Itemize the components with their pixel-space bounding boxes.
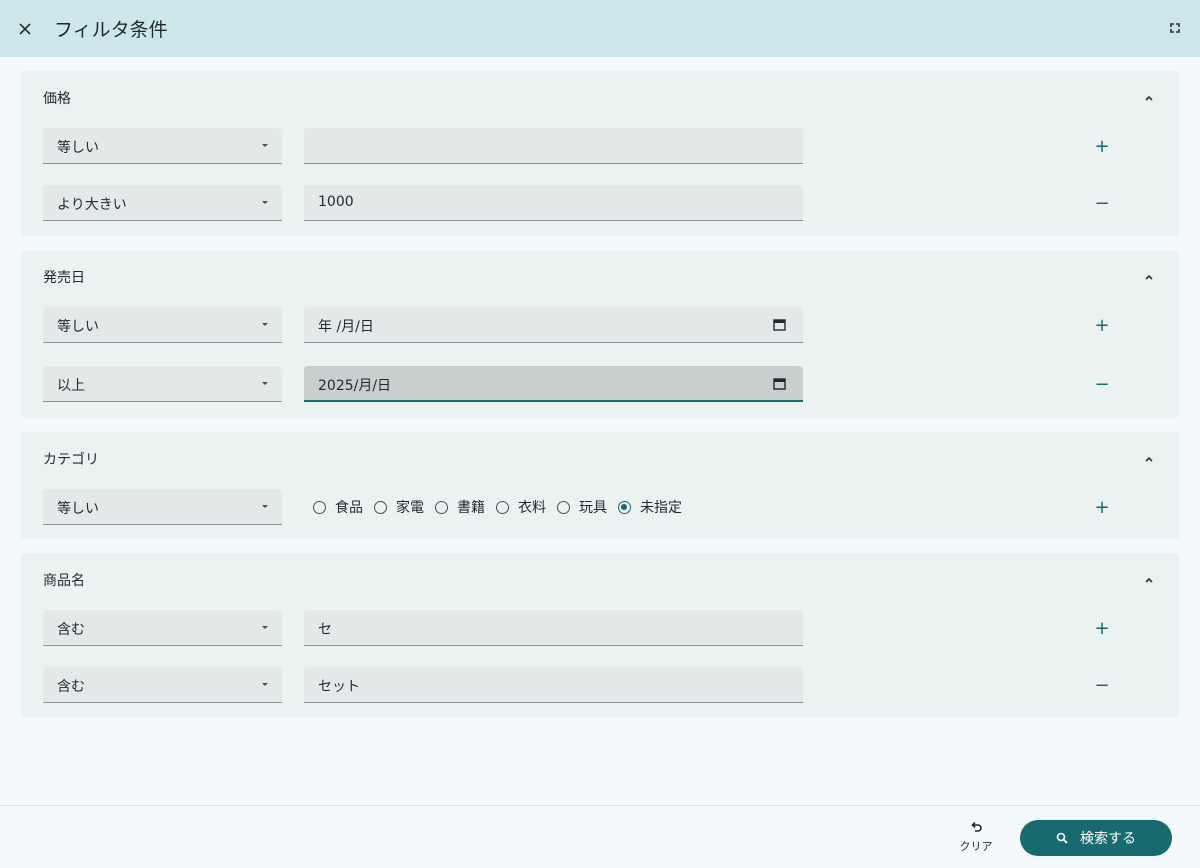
- input-value: セ: [318, 622, 332, 638]
- clear-button[interactable]: クリア: [950, 821, 1002, 859]
- add-condition-button[interactable]: +: [1092, 136, 1112, 157]
- close-icon: [19, 23, 31, 35]
- dialog-title: フィルタ条件: [54, 19, 168, 41]
- dialog-header: フィルタ条件: [0, 0, 1200, 57]
- section-category: カテゴリ 等しい 食品 家電 書籍 衣料 玩具 未指定 +: [21, 432, 1179, 539]
- chevron-up-icon: [1145, 456, 1153, 462]
- section-release-date: 発売日 等しい 年 /月/日 + 以上 2025/月/日 −: [21, 250, 1179, 418]
- radio-checked-icon: [618, 500, 631, 514]
- chevron-up-icon: [1145, 274, 1153, 280]
- radio-label: 書籍: [457, 500, 485, 516]
- value-input[interactable]: セット: [304, 667, 803, 703]
- collapse-button[interactable]: [1143, 268, 1159, 284]
- section-title: カテゴリ: [43, 452, 99, 468]
- search-button[interactable]: 検索する: [1020, 820, 1172, 856]
- section-product-name: 商品名 含む セ + 含む セット −: [21, 553, 1179, 717]
- calendar-icon[interactable]: [773, 318, 786, 331]
- radio-option[interactable]: 家電: [374, 497, 424, 517]
- calendar-icon[interactable]: [773, 377, 786, 390]
- fullscreen-icon: [1170, 23, 1180, 33]
- radio-circle-icon: [435, 500, 448, 514]
- dropdown-arrow-icon: [262, 626, 268, 629]
- operator-label: 含む: [57, 622, 85, 638]
- add-condition-button[interactable]: +: [1092, 618, 1112, 639]
- collapse-button[interactable]: [1143, 450, 1159, 466]
- add-condition-button[interactable]: +: [1092, 315, 1112, 336]
- date-input[interactable]: 2025/月/日: [304, 366, 803, 402]
- clear-label: クリア: [959, 840, 993, 853]
- search-icon: [1056, 832, 1068, 844]
- radio-option[interactable]: 衣料: [496, 497, 546, 517]
- category-radio-group: 食品 家電 書籍 衣料 玩具 未指定: [313, 489, 693, 525]
- filter-sections: 価格 等しい + より大きい 1000 − 発売日 等しい 年 /月/日 + 以…: [21, 71, 1179, 731]
- radio-label: 未指定: [640, 500, 682, 516]
- dropdown-arrow-icon: [262, 144, 268, 147]
- radio-circle-icon: [374, 500, 387, 514]
- radio-label: 家電: [396, 500, 424, 516]
- section-title: 価格: [43, 91, 71, 107]
- value-input[interactable]: [304, 128, 803, 164]
- operator-label: 含む: [57, 679, 85, 695]
- operator-select[interactable]: 含む: [43, 610, 282, 646]
- dropdown-arrow-icon: [262, 505, 268, 508]
- filter-row: 等しい +: [43, 128, 1157, 164]
- operator-label: 等しい: [57, 140, 99, 156]
- radio-label: 衣料: [518, 500, 546, 516]
- radio-option-selected[interactable]: 未指定: [618, 497, 682, 517]
- filter-row: 等しい 食品 家電 書籍 衣料 玩具 未指定 +: [43, 489, 1157, 525]
- filter-row: より大きい 1000 −: [43, 185, 1157, 221]
- operator-select[interactable]: 以上: [43, 366, 282, 402]
- collapse-button[interactable]: [1143, 89, 1159, 105]
- search-label: 検索する: [1080, 831, 1136, 847]
- dialog-footer: クリア 検索する: [0, 805, 1200, 868]
- radio-circle-icon: [496, 500, 509, 514]
- dropdown-arrow-icon: [262, 323, 268, 326]
- operator-label: より大きい: [57, 197, 127, 213]
- date-input[interactable]: 年 /月/日: [304, 307, 803, 343]
- close-button[interactable]: [14, 18, 36, 40]
- chevron-up-icon: [1145, 577, 1153, 583]
- operator-select[interactable]: 等しい: [43, 307, 282, 343]
- dropdown-arrow-icon: [262, 382, 268, 385]
- input-value: 1000: [318, 194, 354, 210]
- operator-select[interactable]: 等しい: [43, 489, 282, 525]
- operator-select[interactable]: 等しい: [43, 128, 282, 164]
- section-title: 商品名: [43, 573, 85, 589]
- chevron-up-icon: [1145, 95, 1153, 101]
- collapse-button[interactable]: [1143, 571, 1159, 587]
- radio-circle-icon: [313, 500, 326, 514]
- fullscreen-button[interactable]: [1168, 20, 1184, 36]
- radio-option[interactable]: 書籍: [435, 497, 485, 517]
- section-price: 価格 等しい + より大きい 1000 −: [21, 71, 1179, 236]
- radio-option[interactable]: 食品: [313, 497, 363, 517]
- remove-condition-button[interactable]: −: [1092, 193, 1112, 214]
- value-input[interactable]: セ: [304, 610, 803, 646]
- radio-label: 玩具: [579, 500, 607, 516]
- input-value: 2025/月/日: [318, 378, 392, 394]
- dropdown-arrow-icon: [262, 683, 268, 686]
- operator-label: 以上: [57, 378, 85, 394]
- operator-select[interactable]: 含む: [43, 667, 282, 703]
- filter-row: 以上 2025/月/日 −: [43, 366, 1157, 402]
- value-input[interactable]: 1000: [304, 185, 803, 221]
- add-condition-button[interactable]: +: [1092, 497, 1112, 518]
- undo-icon: [971, 821, 982, 832]
- radio-label: 食品: [335, 500, 363, 516]
- radio-option[interactable]: 玩具: [557, 497, 607, 517]
- section-title: 発売日: [43, 270, 85, 286]
- radio-circle-icon: [557, 500, 570, 514]
- filter-row: 含む セット −: [43, 667, 1157, 703]
- operator-label: 等しい: [57, 319, 99, 335]
- filter-row: 含む セ +: [43, 610, 1157, 646]
- input-value: セット: [318, 679, 360, 695]
- remove-condition-button[interactable]: −: [1092, 675, 1112, 696]
- remove-condition-button[interactable]: −: [1092, 374, 1112, 395]
- dropdown-arrow-icon: [262, 201, 268, 204]
- operator-select[interactable]: より大きい: [43, 185, 282, 221]
- operator-label: 等しい: [57, 501, 99, 517]
- input-value: 年 /月/日: [318, 319, 374, 335]
- filter-row: 等しい 年 /月/日 +: [43, 307, 1157, 343]
